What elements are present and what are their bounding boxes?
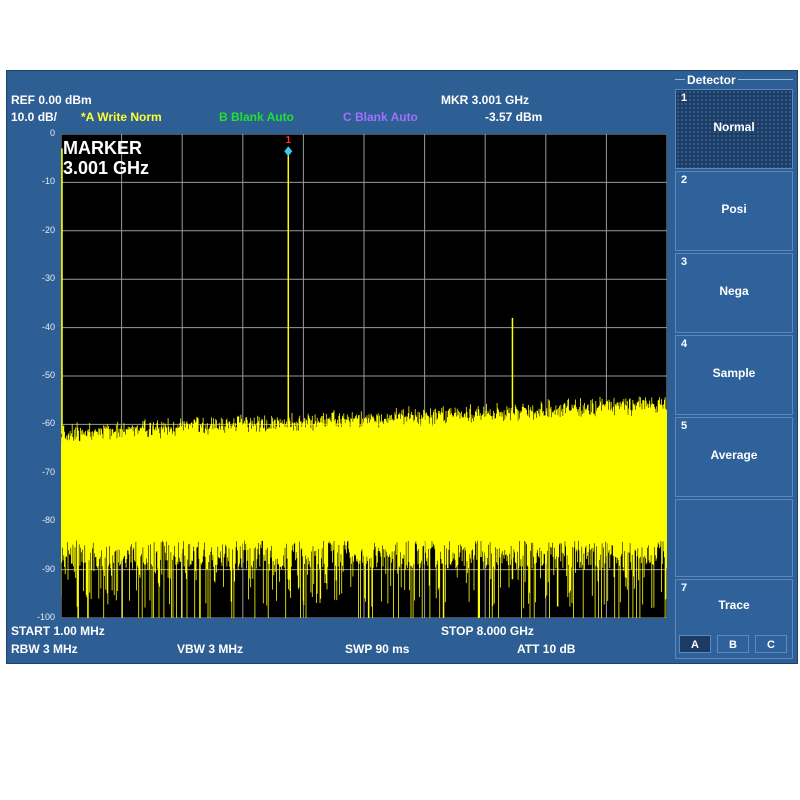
detector-key-normal[interactable]: 1 Normal [675,89,793,169]
y-axis-label: -10 [41,176,55,187]
marker-title: MARKER [63,138,142,158]
sweep-time: SWP 90 ms [345,642,410,656]
key-number: 5 [681,420,688,432]
key-label: Normal [713,120,755,134]
spectrum-plot: 1 MARKER 3.001 GHz [60,133,668,619]
spectrum-svg: 1 [60,133,668,619]
stop-freq: STOP 8.000 GHz [441,624,534,638]
key-label: Posi [721,202,747,216]
marker-number: 1 [285,135,291,146]
y-axis-label: -80 [41,515,55,526]
key-number: 3 [681,256,688,268]
detector-key-nega[interactable]: 3 Nega [675,253,793,333]
marker-frequency: MKR 3.001 GHz [441,93,530,107]
detector-menu: Detector 1 Normal 2 Posi 3 Nega 4 Sample 5 Averag… [675,73,795,659]
detector-title: Detector [685,73,738,87]
key-number: 2 [681,174,688,186]
ref-level: REF 0.00 dBm [11,93,92,107]
y-axis-label: -50 [41,370,55,380]
marker-freq: 3.001 GHz [63,158,150,178]
y-axis-label: 0 [49,128,55,138]
vbw: VBW 3 MHz [177,642,243,656]
attenuation: ATT 10 dB [517,642,576,656]
trace-button-a[interactable]: A [679,635,711,653]
y-axis-label: -30 [41,273,55,284]
rbw: RBW 3 MHz [11,642,78,656]
detector-key-sample[interactable]: 4 Sample [675,335,793,415]
key-label: Nega [719,284,749,298]
trace-button-b[interactable]: B [717,635,749,653]
y-axis-label: -70 [41,466,55,477]
key-label: Sample [712,366,756,380]
key-label: Trace [718,598,750,612]
trace-b-status: B Blank Auto [219,110,294,124]
detector-key-average[interactable]: 5 Average [675,417,793,497]
y-axis-label: -40 [41,321,55,332]
y-axis-label: -20 [41,224,55,235]
marker-readout: MARKER 3.001 GHz [63,138,149,178]
key-number: 7 [681,582,688,594]
key-label: Average [710,448,758,462]
y-axis-label: -100 [36,612,55,622]
start-freq: START 1.00 MHz [11,624,105,638]
detector-key-blank[interactable] [675,499,793,577]
y-axis-label: -60 [41,418,55,429]
marker-level: -3.57 dBm [485,110,543,124]
y-axis-label: -90 [41,563,55,574]
trace-c-status: C Blank Auto [343,110,418,124]
scale: 10.0 dB/ [11,110,58,124]
detector-key-posi[interactable]: 2 Posi [675,171,793,251]
analyzer-screen: REF 0.00 dBm 10.0 dB/ *A Write Norm B Bl… [6,70,798,664]
trace-a-status: *A Write Norm [81,110,162,124]
key-number: 4 [681,338,688,350]
key-number: 1 [681,92,688,104]
marker-diamond-icon [284,146,293,157]
trace-button-c[interactable]: C [755,635,787,653]
